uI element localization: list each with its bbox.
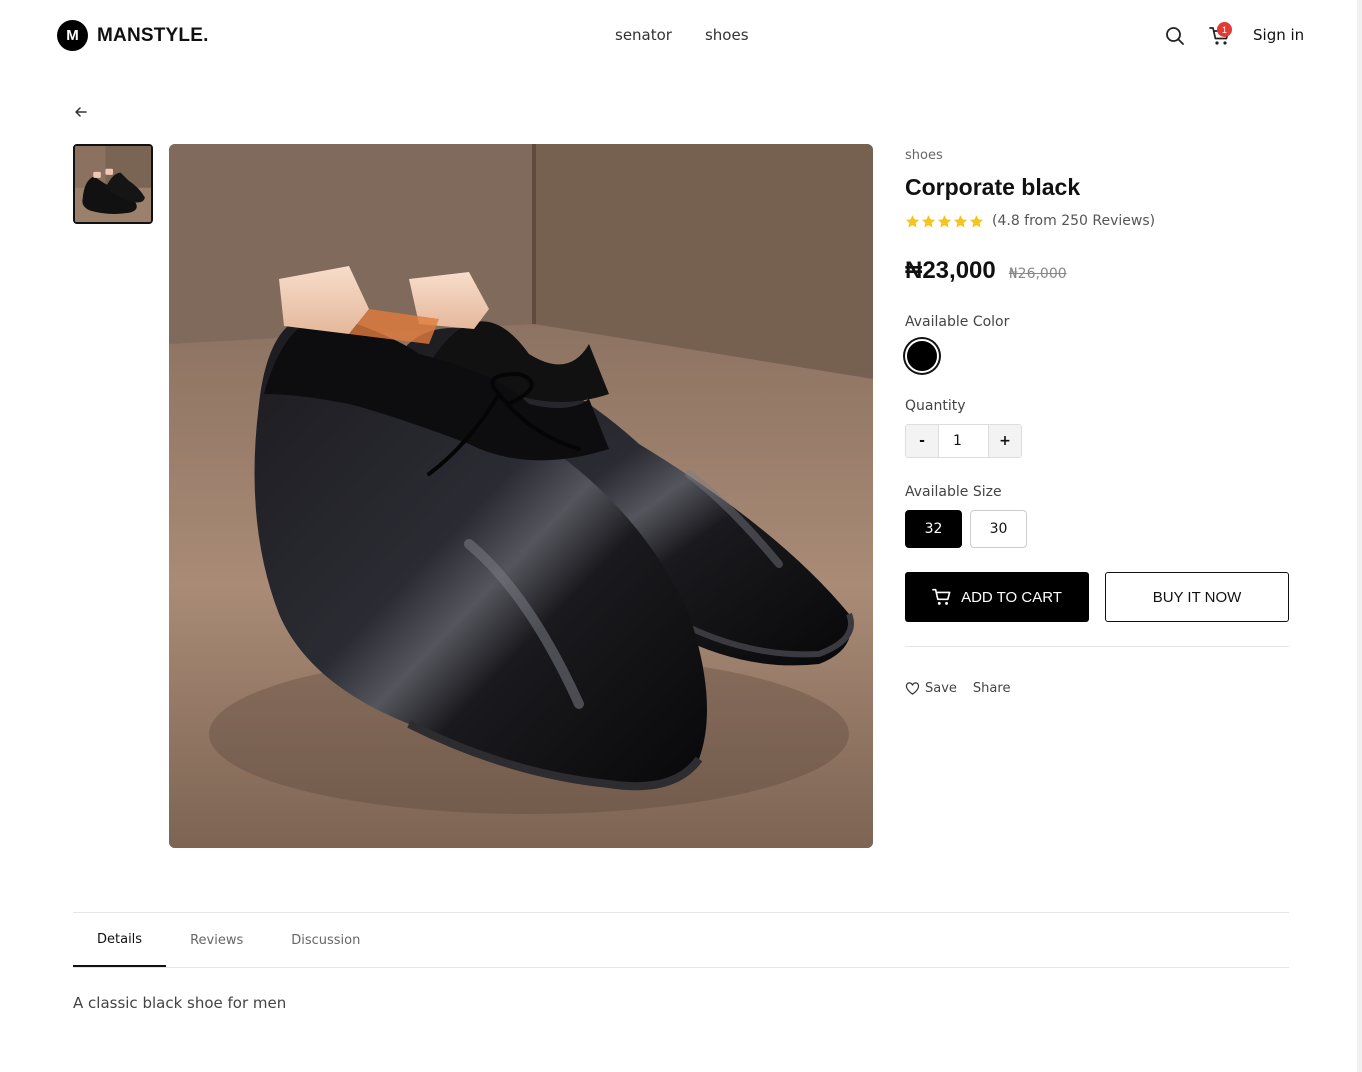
- product-thumbnail[interactable]: [73, 144, 153, 224]
- star-icon: [953, 214, 968, 227]
- rating-summary[interactable]: (4.8 from 250 Reviews): [992, 213, 1155, 229]
- product-title: Corporate black: [905, 174, 1081, 200]
- size-option-30[interactable]: 30: [970, 510, 1027, 548]
- tab-details[interactable]: Details: [73, 913, 167, 967]
- color-swatch-black[interactable]: [905, 339, 939, 373]
- rating-stars: [905, 214, 984, 229]
- color-label: Available Color: [905, 314, 1010, 330]
- heart-icon: [905, 682, 920, 695]
- size-option-32[interactable]: 32: [905, 510, 962, 548]
- product-main-image: [169, 144, 873, 848]
- star-icon: [969, 214, 984, 227]
- buy-now-label: BUY IT NOW: [1152, 588, 1242, 606]
- price-row: ₦23,000 ₦26,000: [905, 257, 1067, 285]
- tab-discussion[interactable]: Discussion: [267, 913, 384, 967]
- add-to-cart-label: ADD TO CART: [961, 588, 1062, 606]
- cart-count-badge: 1: [1217, 22, 1232, 37]
- add-to-cart-button[interactable]: ADD TO CART: [905, 572, 1089, 622]
- nav-link-shoes[interactable]: shoes: [705, 26, 749, 44]
- product-actions: Save Share: [905, 681, 1010, 696]
- size-label: Available Size: [905, 484, 1002, 500]
- product-description: A classic black shoe for men: [73, 994, 287, 1012]
- logo[interactable]: M MANSTYLE.: [57, 20, 209, 51]
- sign-in-link[interactable]: Sign in: [1253, 26, 1304, 44]
- current-price: ₦23,000: [905, 257, 996, 284]
- tab-reviews[interactable]: Reviews: [166, 913, 267, 967]
- search-icon[interactable]: [1165, 26, 1185, 46]
- divider: [905, 646, 1289, 647]
- star-icon: [937, 214, 952, 227]
- save-label: Save: [925, 681, 957, 696]
- quantity-decrease-button[interactable]: -: [906, 425, 938, 457]
- scrollbar[interactable]: [1357, 0, 1362, 1072]
- nav-link-senator[interactable]: senator: [615, 26, 672, 44]
- star-icon: [905, 214, 920, 227]
- brand-name: MANSTYLE.: [97, 24, 209, 46]
- star-icon: [921, 214, 936, 227]
- logo-mark: M: [57, 20, 88, 51]
- product-category[interactable]: shoes: [905, 148, 943, 163]
- product-tabs: Details Reviews Discussion: [73, 913, 1289, 968]
- original-price: ₦26,000: [1008, 266, 1067, 282]
- site-header: M MANSTYLE. senator shoes 1 Sign in: [0, 0, 1362, 72]
- main-nav: senator shoes: [615, 26, 749, 44]
- quantity-stepper: - +: [905, 424, 1022, 458]
- back-arrow-icon[interactable]: [73, 104, 89, 120]
- product-rating: (4.8 from 250 Reviews): [905, 213, 1155, 229]
- save-button[interactable]: Save: [905, 681, 957, 696]
- quantity-input[interactable]: [938, 425, 989, 457]
- share-button[interactable]: Share: [973, 681, 1011, 696]
- size-options: 32 30: [905, 510, 1027, 548]
- share-label: Share: [972, 681, 1011, 696]
- buy-now-button[interactable]: BUY IT NOW: [1105, 572, 1289, 622]
- cart-icon: [932, 588, 951, 605]
- quantity-increase-button[interactable]: +: [989, 425, 1021, 457]
- quantity-label: Quantity: [905, 398, 966, 414]
